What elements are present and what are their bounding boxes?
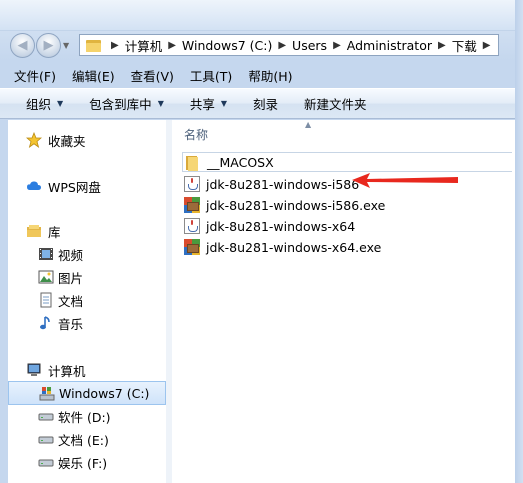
breadcrumb-separator-icon[interactable]: ▶ xyxy=(111,40,119,51)
new-folder-button[interactable]: 新建文件夹 xyxy=(304,94,367,113)
library-icon xyxy=(27,225,41,237)
nav-videos-label: 视频 xyxy=(58,247,84,263)
hard-drive-icon xyxy=(38,436,54,444)
windows-drive-icon xyxy=(39,387,55,401)
sort-ascending-icon: ▲ xyxy=(305,120,312,129)
nav-pictures-label: 图片 xyxy=(58,270,84,286)
address-bar[interactable]: ▶ 计算机 ▶ Windows7 (C:) ▶ Users ▶ Administ… xyxy=(79,34,499,56)
nav-drive-d-label: 软件 (D:) xyxy=(58,409,111,425)
file-name: jdk-8u281-windows-i586.exe xyxy=(206,197,386,213)
organize-button[interactable]: 组织 ▼ xyxy=(26,94,63,113)
nav-libraries-label: 库 xyxy=(48,224,61,240)
file-row[interactable]: jdk-8u281-windows-i586.exe xyxy=(182,195,512,215)
breadcrumb-administrator[interactable]: Administrator xyxy=(347,38,432,53)
file-name: __MACOSX xyxy=(207,154,274,170)
new-folder-label: 新建文件夹 xyxy=(304,97,367,112)
menu-file[interactable]: 文件(F) xyxy=(14,66,56,85)
nav-documents[interactable]: 文档 xyxy=(8,290,166,310)
computer-icon xyxy=(27,363,41,376)
breadcrumb-computer[interactable]: 计算机 xyxy=(125,36,163,55)
include-in-library-button[interactable]: 包含到库中 ▼ xyxy=(89,94,164,113)
hard-drive-icon xyxy=(38,413,54,421)
share-button[interactable]: 共享 ▼ xyxy=(190,94,227,113)
nav-drive-e[interactable]: 文档 (E:) xyxy=(8,429,166,449)
back-button[interactable]: ◀ xyxy=(10,33,35,58)
cloud-icon xyxy=(27,181,41,190)
folder-icon xyxy=(86,39,101,52)
column-header-name[interactable]: 名称 xyxy=(184,126,208,143)
menu-bar: 文件(F) 编辑(E) 查看(V) 工具(T) 帮助(H) xyxy=(0,64,515,86)
nav-drive-c[interactable]: Windows7 (C:) xyxy=(8,381,166,405)
chevron-down-icon: ▼ xyxy=(57,99,64,108)
nav-drive-d[interactable]: 软件 (D:) xyxy=(8,406,166,426)
nav-libraries[interactable]: 库 xyxy=(8,221,166,241)
file-row[interactable]: __MACOSX xyxy=(182,152,512,172)
film-icon xyxy=(39,248,53,260)
nav-drive-f[interactable]: 娱乐 (F:) xyxy=(8,452,166,472)
nav-music[interactable]: 音乐 xyxy=(8,313,166,333)
nav-drive-e-label: 文档 (E:) xyxy=(58,432,109,448)
nav-documents-label: 文档 xyxy=(58,293,84,309)
java-file-icon xyxy=(184,218,200,234)
nav-favorites[interactable]: 收藏夹 xyxy=(8,130,166,150)
arrow-left-icon: ◀ xyxy=(17,38,28,53)
nav-videos[interactable]: 视频 xyxy=(8,244,166,264)
arrow-right-icon: ▶ xyxy=(43,38,54,53)
address-row: ◀ ▶ ▼ ▶ 计算机 ▶ Windows7 (C:) ▶ Users ▶ Ad… xyxy=(0,30,515,60)
burn-button[interactable]: 刻录 xyxy=(253,94,278,113)
nav-music-label: 音乐 xyxy=(58,316,84,332)
menu-view[interactable]: 查看(V) xyxy=(131,66,174,85)
menu-edit[interactable]: 编辑(E) xyxy=(72,66,115,85)
nav-computer[interactable]: 计算机 xyxy=(8,360,166,380)
document-icon xyxy=(40,292,52,308)
file-name: jdk-8u281-windows-x64.exe xyxy=(206,239,382,255)
nav-pictures[interactable]: 图片 xyxy=(8,267,166,287)
share-label: 共享 xyxy=(189,97,215,112)
java-file-icon xyxy=(184,176,200,192)
command-bar: 组织 ▼ 包含到库中 ▼ 共享 ▼ 刻录 新建文件夹 xyxy=(0,88,515,119)
menu-tools[interactable]: 工具(T) xyxy=(190,66,232,85)
window-right-edge xyxy=(515,0,523,483)
hard-drive-icon xyxy=(38,459,54,467)
include-in-library-label: 包含到库中 xyxy=(89,97,152,112)
forward-button[interactable]: ▶ xyxy=(36,33,61,58)
music-note-icon xyxy=(40,316,50,330)
title-bar xyxy=(0,0,523,31)
navigation-pane[interactable]: 收藏夹 WPS网盘 库 视频 图片 文档 音乐 计算机 Windows7 (C:… xyxy=(8,120,167,483)
nav-drive-f-label: 娱乐 (F:) xyxy=(58,455,108,471)
breadcrumb-separator-icon[interactable]: ▶ xyxy=(438,40,446,51)
menu-help[interactable]: 帮助(H) xyxy=(248,66,292,85)
chevron-down-icon: ▼ xyxy=(157,99,164,108)
star-icon xyxy=(26,132,42,148)
installer-icon xyxy=(184,239,200,255)
folder-icon xyxy=(185,155,201,171)
breadcrumb-separator-icon[interactable]: ▶ xyxy=(333,40,341,51)
installer-icon xyxy=(184,197,200,213)
organize-label: 组织 xyxy=(26,97,52,112)
picture-icon xyxy=(38,270,54,284)
file-name: jdk-8u281-windows-i586 xyxy=(206,176,360,192)
chevron-down-icon: ▼ xyxy=(220,99,228,108)
nav-favorites-label: 收藏夹 xyxy=(48,133,86,149)
burn-label: 刻录 xyxy=(253,97,279,112)
recent-pages-dropdown[interactable]: ▼ xyxy=(63,41,73,51)
breadcrumb-downloads[interactable]: 下载 xyxy=(452,36,477,55)
file-row[interactable]: jdk-8u281-windows-x64 xyxy=(182,216,512,236)
nav-wps-cloud[interactable]: WPS网盘 xyxy=(8,176,166,196)
breadcrumb-users[interactable]: Users xyxy=(292,38,327,53)
nav-wps-cloud-label: WPS网盘 xyxy=(48,179,101,195)
breadcrumb-drive-c[interactable]: Windows7 (C:) xyxy=(182,38,272,53)
annotation-arrow-icon xyxy=(352,173,458,188)
file-row[interactable]: jdk-8u281-windows-x64.exe xyxy=(182,237,512,257)
file-name: jdk-8u281-windows-x64 xyxy=(206,218,356,234)
breadcrumb-separator-icon[interactable]: ▶ xyxy=(278,40,286,51)
nav-computer-label: 计算机 xyxy=(48,363,86,379)
breadcrumb-separator-icon[interactable]: ▶ xyxy=(168,40,176,51)
breadcrumb-separator-icon[interactable]: ▶ xyxy=(483,40,491,51)
file-row[interactable]: jdk-8u281-windows-i586 xyxy=(182,174,512,194)
file-list[interactable]: ▲ 名称 __MACOSX jdk-8u281-windows-i586 jdk… xyxy=(172,120,515,483)
chevron-down-icon: ▼ xyxy=(63,41,70,50)
nav-drive-c-label: Windows7 (C:) xyxy=(59,385,150,401)
